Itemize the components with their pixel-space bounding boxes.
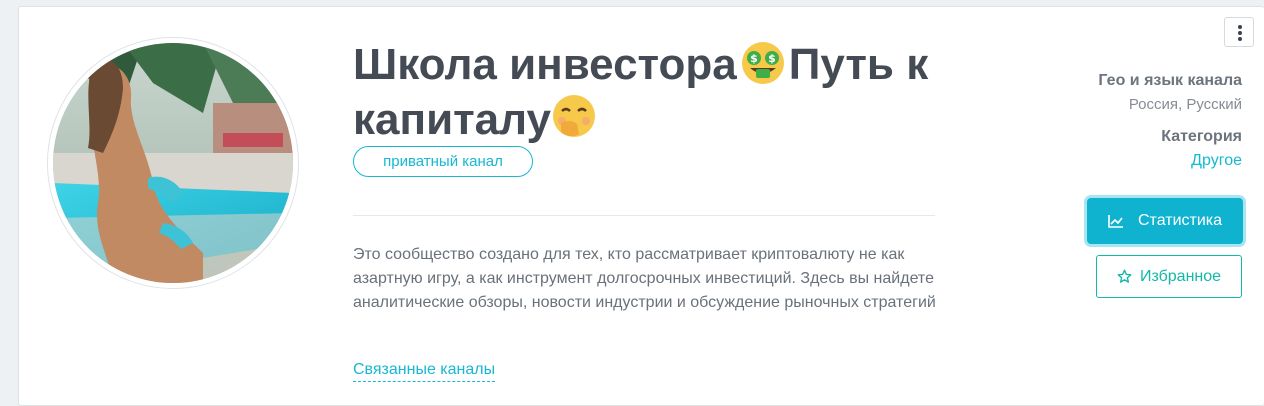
channel-card: Школа инвестора $ $ Путь к капиталу прива… [18, 6, 1264, 406]
category-link[interactable]: Другое [1191, 152, 1242, 170]
money-mouth-face-emoji: $ $ [741, 41, 785, 94]
menu-dot [1238, 37, 1242, 41]
favorite-label: Избранное [1139, 267, 1222, 285]
face-with-hand-over-mouth-emoji [551, 94, 597, 149]
title-text-2: Путь к [788, 40, 929, 89]
favorite-button[interactable]: Избранное [1096, 255, 1242, 298]
svg-text:$: $ [768, 52, 776, 65]
divider [353, 215, 935, 216]
channel-title: Школа инвестора $ $ Путь к капиталу [353, 41, 953, 149]
statistics-button[interactable]: Статистика [1087, 198, 1243, 244]
avatar-frame [47, 37, 299, 289]
line-chart-icon [1108, 214, 1124, 228]
private-channel-tag: приватный канал [353, 146, 533, 177]
geo-label: Гео и язык канала [1098, 72, 1242, 89]
star-outline-icon [1117, 269, 1132, 284]
statistics-label: Статистика [1137, 212, 1223, 229]
geo-value: Россия, Русский [1128, 96, 1242, 113]
menu-dot [1238, 31, 1242, 35]
channel-description: Это сообщество создано для тех, кто расс… [353, 246, 936, 311]
category-label: Категория [1161, 128, 1242, 145]
channel-avatar[interactable] [53, 43, 293, 283]
menu-dot [1238, 25, 1242, 29]
title-text-1: Школа инвестора [353, 40, 737, 89]
svg-text:$: $ [750, 52, 758, 65]
title-text-3: капиталу [353, 95, 551, 144]
kebab-menu-icon[interactable] [1224, 17, 1254, 47]
related-channels-link[interactable]: Связанные каналы [353, 360, 496, 382]
